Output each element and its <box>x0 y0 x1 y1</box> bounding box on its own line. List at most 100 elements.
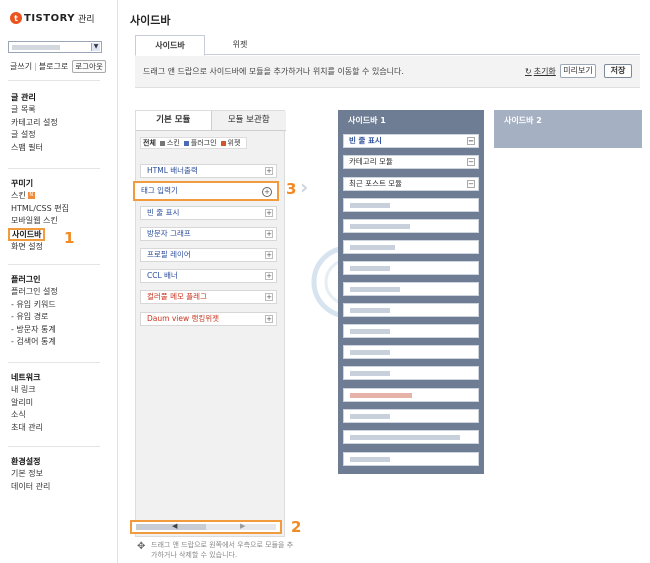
blog-select[interactable]: ▼ <box>8 41 102 53</box>
sidebar-slot-blurred[interactable] <box>343 303 479 317</box>
minus-icon[interactable]: − <box>467 137 475 145</box>
scroll-left-icon[interactable]: ◀ <box>172 522 177 530</box>
menu-item-news[interactable]: 소식 <box>11 409 43 421</box>
menu-item-invites[interactable]: 초대 관리 <box>11 422 43 434</box>
sidebar-slot-blurred[interactable] <box>343 388 479 402</box>
sidebar-slot-blurred[interactable] <box>343 261 479 275</box>
library-item[interactable]: HTML 배너출력 + <box>140 164 277 178</box>
menu-item-plugin-settings[interactable]: 플러그인 설정 <box>11 286 58 298</box>
menu-item-post-list[interactable]: 글 목록 <box>11 104 58 116</box>
library-item[interactable]: 방문자 그래프 + <box>140 227 277 241</box>
menu-item-skin[interactable]: 스킨 N <box>11 190 69 202</box>
sidebar-slot-blurred[interactable] <box>343 219 479 233</box>
menu-item-notifier[interactable]: 알리미 <box>11 397 43 409</box>
sidebar-slot[interactable]: 최근 포스트 모듈 − <box>343 177 479 191</box>
reset-label: 초기화 <box>533 67 556 76</box>
menu-group-post: 글 관리 글 목록 카테고리 설정 글 설정 스팸 필터 <box>11 92 58 154</box>
tab-sidebar[interactable]: 사이드바 <box>135 35 205 56</box>
module-filters: 전체 스킨 플러그인 위젯 <box>140 137 248 149</box>
save-button[interactable]: 저장 <box>604 64 632 78</box>
menu-title-settings: 환경설정 <box>11 457 41 466</box>
menu-item-inflow-keywords[interactable]: - 유입 키워드 <box>11 299 58 311</box>
filter-widget-label: 위젯 <box>227 139 241 147</box>
plus-icon[interactable]: + <box>265 230 273 238</box>
sidebar-slot-blurred[interactable] <box>343 240 479 254</box>
logout-button[interactable]: 로그아웃 <box>72 60 106 73</box>
page-title: 사이드바 <box>130 14 171 27</box>
menu-item-html-css[interactable]: HTML/CSS 편집 <box>11 203 69 215</box>
blurred-label <box>350 245 395 250</box>
menu-item-post-settings[interactable]: 글 설정 <box>11 129 58 141</box>
menu-item-search-stats[interactable]: - 검색어 통계 <box>11 336 58 348</box>
menu-group-decorate: 꾸미기 스킨 N HTML/CSS 편집 모바일웹 스킨 사이드바 화면 설정 <box>8 178 69 253</box>
sidebar-column-2[interactable]: 사이드바 2 <box>494 110 642 148</box>
blurred-label <box>350 329 390 334</box>
plus-icon[interactable]: + <box>265 315 273 323</box>
menu-item-spam-filter[interactable]: 스팸 필터 <box>11 142 58 154</box>
tab-widget[interactable]: 위젯 <box>205 35 275 55</box>
chevron-down-icon[interactable]: ▼ <box>91 43 100 51</box>
plus-icon[interactable]: + <box>262 187 272 197</box>
blurred-label <box>350 287 400 292</box>
sidebar-slot-blurred[interactable] <box>343 366 479 380</box>
library-item[interactable]: 빈 줄 표시 + <box>140 206 277 220</box>
menu-item-inflow-path[interactable]: - 유입 경로 <box>11 311 58 323</box>
tab-module-storage[interactable]: 모듈 보관함 <box>211 111 286 130</box>
sidebar-slot[interactable]: 빈 줄 표시 − <box>343 134 479 148</box>
menu-group-settings: 환경설정 기본 정보 데이터 관리 <box>11 456 50 493</box>
menu-group-network: 네트워크 내 링크 알리미 소식 초대 관리 <box>11 372 43 434</box>
scrollbar-thumb[interactable] <box>136 524 206 530</box>
menu-item-my-links[interactable]: 내 링크 <box>11 384 43 396</box>
plus-icon[interactable]: + <box>265 293 273 301</box>
module-name: 프로필 레이어 <box>147 250 191 259</box>
filter-all[interactable]: 전체 <box>143 138 156 148</box>
menu-item-mobile-skin[interactable]: 모바일웹 스킨 <box>11 215 69 227</box>
plus-icon[interactable]: + <box>265 167 273 175</box>
filter-skin[interactable]: 스킨 <box>159 138 180 148</box>
tab-basic-modules[interactable]: 기본 모듈 <box>136 111 212 130</box>
plus-icon[interactable]: + <box>265 251 273 259</box>
menu-item-sidebar[interactable]: 사이드바 <box>8 227 46 241</box>
sidebar-slot-blurred[interactable] <box>343 409 479 423</box>
write-link[interactable]: 글쓰기 <box>10 61 32 72</box>
library-item[interactable]: CCL 배너 + <box>140 269 277 283</box>
sidebar-slot[interactable]: 카테고리 모듈 − <box>343 155 479 169</box>
menu-item-category[interactable]: 카테고리 설정 <box>11 117 58 129</box>
scroll-right-icon[interactable]: ▶ <box>240 522 245 530</box>
library-item[interactable]: 프로필 레이어 + <box>140 248 277 262</box>
sidebar-slot-blurred[interactable] <box>343 282 479 296</box>
library-item[interactable]: 컬러풀 메모 플레그 + <box>140 290 277 304</box>
minus-icon[interactable]: − <box>467 180 475 188</box>
sidebar-slot-blurred[interactable] <box>343 198 479 212</box>
sidebar-slot-blurred[interactable] <box>343 324 479 338</box>
drag-hint-text: 드래그 앤 드랍으로 원쪽에서 우측으로 모듈을 추가하거나 삭제할 수 있습니… <box>151 541 294 559</box>
library-item-highlighted[interactable]: 태그 입력기 + <box>133 181 279 201</box>
sidebar-slot-blurred[interactable] <box>343 345 479 359</box>
menu-item-basic-info[interactable]: 기본 정보 <box>11 468 50 480</box>
menu-item-data-management[interactable]: 데이터 관리 <box>11 481 50 493</box>
plus-icon[interactable]: + <box>265 209 273 217</box>
blurred-label <box>350 350 390 355</box>
page-tabs: 사이드바 위젯 <box>135 35 640 56</box>
plus-icon[interactable]: + <box>265 272 273 280</box>
menu-item-screen-settings[interactable]: 화면 설정 <box>11 241 69 253</box>
blog-link[interactable]: 블로그로 <box>39 61 68 72</box>
sidebar-slot-blurred[interactable] <box>343 452 479 466</box>
menu-item-visitor-stats[interactable]: - 방문자 통계 <box>11 324 58 336</box>
sidebar-2-title: 사이드바 2 <box>504 116 542 125</box>
quick-links: 글쓰기 | 블로그로 로그아웃 <box>10 60 106 73</box>
minus-icon[interactable]: − <box>467 158 475 166</box>
preview-button[interactable]: 미리보기 <box>560 64 596 78</box>
separator: | <box>34 62 37 71</box>
sidebar-slot-blurred[interactable] <box>343 430 479 444</box>
blurred-label <box>350 203 390 208</box>
filter-plugin[interactable]: 플러그인 <box>183 138 217 148</box>
library-scrollbar[interactable]: ◀ ▶ <box>130 520 282 534</box>
filter-widget[interactable]: 위젯 <box>220 138 241 148</box>
library-item[interactable]: Daum view 랭킹위젯 + <box>140 312 277 326</box>
menu-item-skin-label: 스킨 <box>11 191 26 201</box>
module-name: 방문자 그래프 <box>147 229 191 238</box>
blurred-label <box>350 224 410 229</box>
reset-link[interactable]: ↻ 초기화 <box>525 66 556 77</box>
tistory-logo[interactable]: t TISTORY 관리 <box>10 10 95 26</box>
